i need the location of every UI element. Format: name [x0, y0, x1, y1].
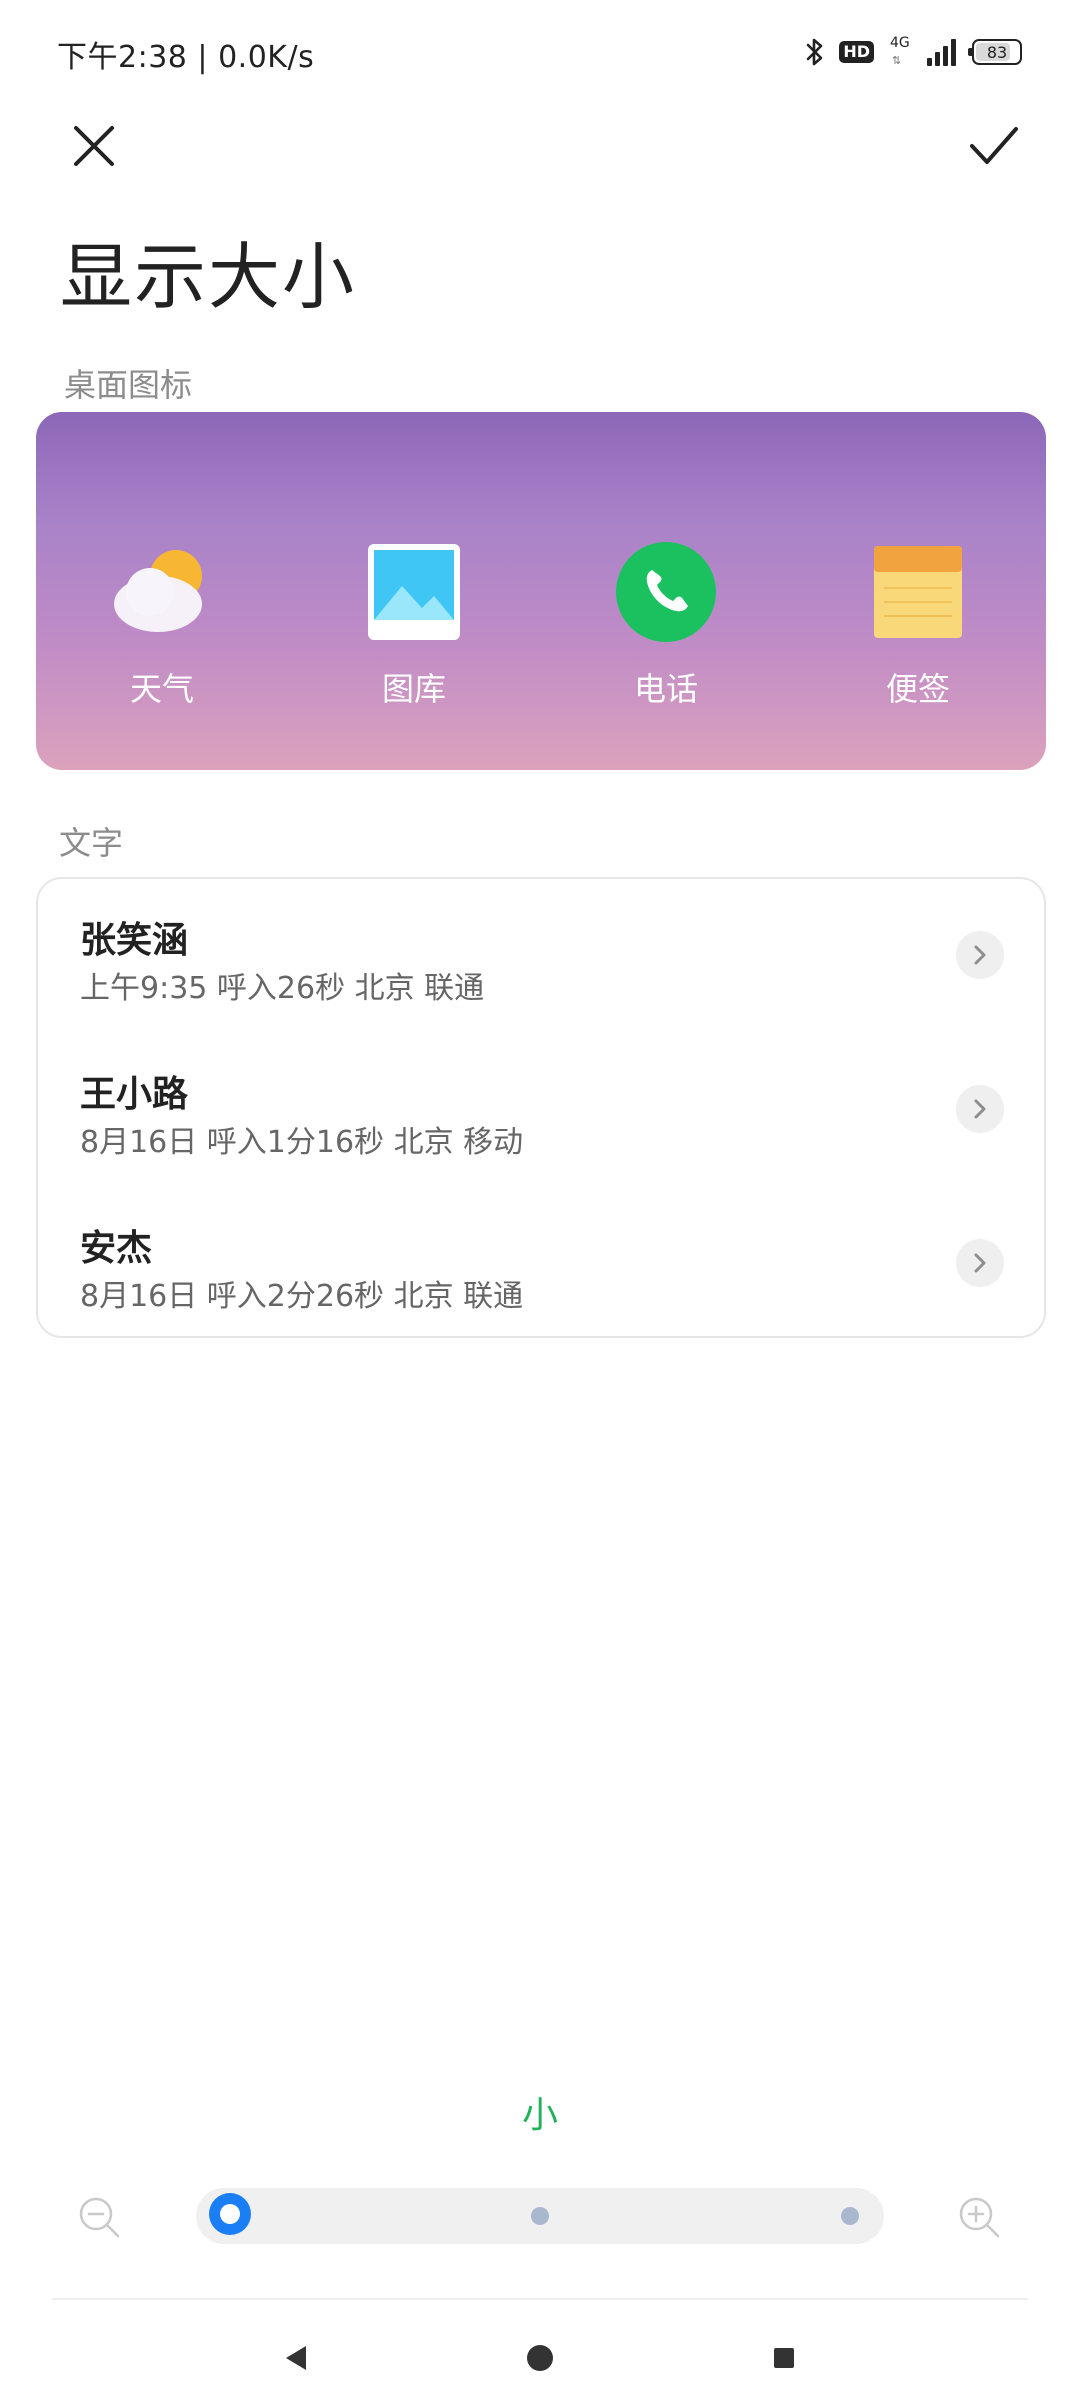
text-preview-card: 张笑涵 上午9:35 呼入26秒 北京 联通 王小路 8月16日 呼入1分16秒…: [36, 877, 1046, 1338]
close-icon: [74, 126, 114, 166]
app-gallery: 图库: [344, 542, 484, 710]
slider-thumb[interactable]: [209, 2193, 251, 2235]
hd-voice-icon: HD: [839, 41, 874, 63]
battery-icon: 83: [968, 39, 1022, 65]
display-size-screen: 下午2:38 | 0.0K/s HD 4G ⇅ 83 显示大小 桌面图标 天气 …: [0, 0, 1080, 2400]
divider: [52, 2298, 1028, 2300]
app-phone-label: 电话: [633, 670, 698, 708]
check-icon: [970, 127, 1018, 164]
caller-name: 王小路: [80, 1074, 189, 1115]
confirm-button[interactable]: [956, 108, 1032, 184]
call-detail: 8月16日 呼入1分16秒 北京 移动: [80, 1125, 524, 1160]
weather-icon: [114, 550, 202, 632]
app-notes: 便签: [848, 542, 988, 710]
size-slider[interactable]: [196, 2188, 884, 2244]
notes-icon: [874, 546, 962, 638]
page-title: 显示大小: [60, 235, 357, 319]
app-weather: 天气: [92, 542, 232, 710]
back-icon: [286, 2346, 306, 2370]
status-net-speed: 0.0K/s: [218, 40, 315, 75]
chevron-right-icon[interactable]: [956, 1085, 1004, 1133]
zoom-out-icon[interactable]: [76, 2194, 124, 2242]
icon-section-label: 桌面图标: [64, 366, 193, 404]
caller-name: 张笑涵: [80, 920, 189, 961]
close-button[interactable]: [56, 108, 132, 184]
bluetooth-icon: [805, 36, 825, 68]
call-detail: 8月16日 呼入2分26秒 北京 联通: [80, 1279, 524, 1314]
nav-recents-button[interactable]: [744, 2328, 824, 2388]
app-phone: 电话: [596, 542, 736, 710]
battery-level-text: 83: [986, 42, 1008, 62]
data-arrows-icon: ⇅: [892, 54, 902, 67]
app-weather-label: 天气: [129, 670, 194, 708]
size-level-label: 小: [521, 2095, 558, 2136]
call-detail: 上午9:35 呼入26秒 北京 联通: [80, 971, 485, 1006]
network-type-label: 4G: [890, 35, 910, 51]
gallery-icon: [368, 544, 460, 640]
slider-stop[interactable]: [841, 2207, 859, 2225]
call-log-item[interactable]: 安杰 8月16日 呼入2分26秒 北京 联通: [38, 1187, 1044, 1341]
signal-icon: [926, 38, 958, 66]
app-notes-label: 便签: [885, 670, 950, 708]
call-log-item[interactable]: 张笑涵 上午9:35 呼入26秒 北京 联通: [38, 879, 1044, 1033]
status-icons: HD 4G ⇅ 83: [805, 32, 1022, 72]
app-gallery-label: 图库: [381, 670, 446, 708]
icon-preview: 天气 图库 电话 便签: [36, 412, 1046, 770]
phone-icon: [616, 542, 716, 642]
network-4g-icon: 4G ⇅: [888, 34, 912, 70]
status-time-speed: 下午2:38 | 0.0K/s: [57, 32, 314, 76]
slider-stop[interactable]: [531, 2207, 549, 2225]
status-bar: 下午2:38 | 0.0K/s HD 4G ⇅ 83: [0, 0, 1080, 104]
status-time: 下午2:38: [57, 40, 188, 75]
home-icon: [527, 2345, 553, 2371]
chevron-right-icon[interactable]: [956, 1239, 1004, 1287]
recents-icon: [774, 2348, 794, 2368]
zoom-in-icon[interactable]: [956, 2194, 1004, 2242]
nav-back-button[interactable]: [256, 2328, 336, 2388]
caller-name: 安杰: [80, 1228, 153, 1269]
status-separator: |: [197, 40, 209, 75]
nav-home-button[interactable]: [500, 2328, 580, 2388]
chevron-right-icon[interactable]: [956, 931, 1004, 979]
call-log-item[interactable]: 王小路 8月16日 呼入1分16秒 北京 移动: [38, 1033, 1044, 1187]
text-section-label: 文字: [59, 824, 124, 862]
